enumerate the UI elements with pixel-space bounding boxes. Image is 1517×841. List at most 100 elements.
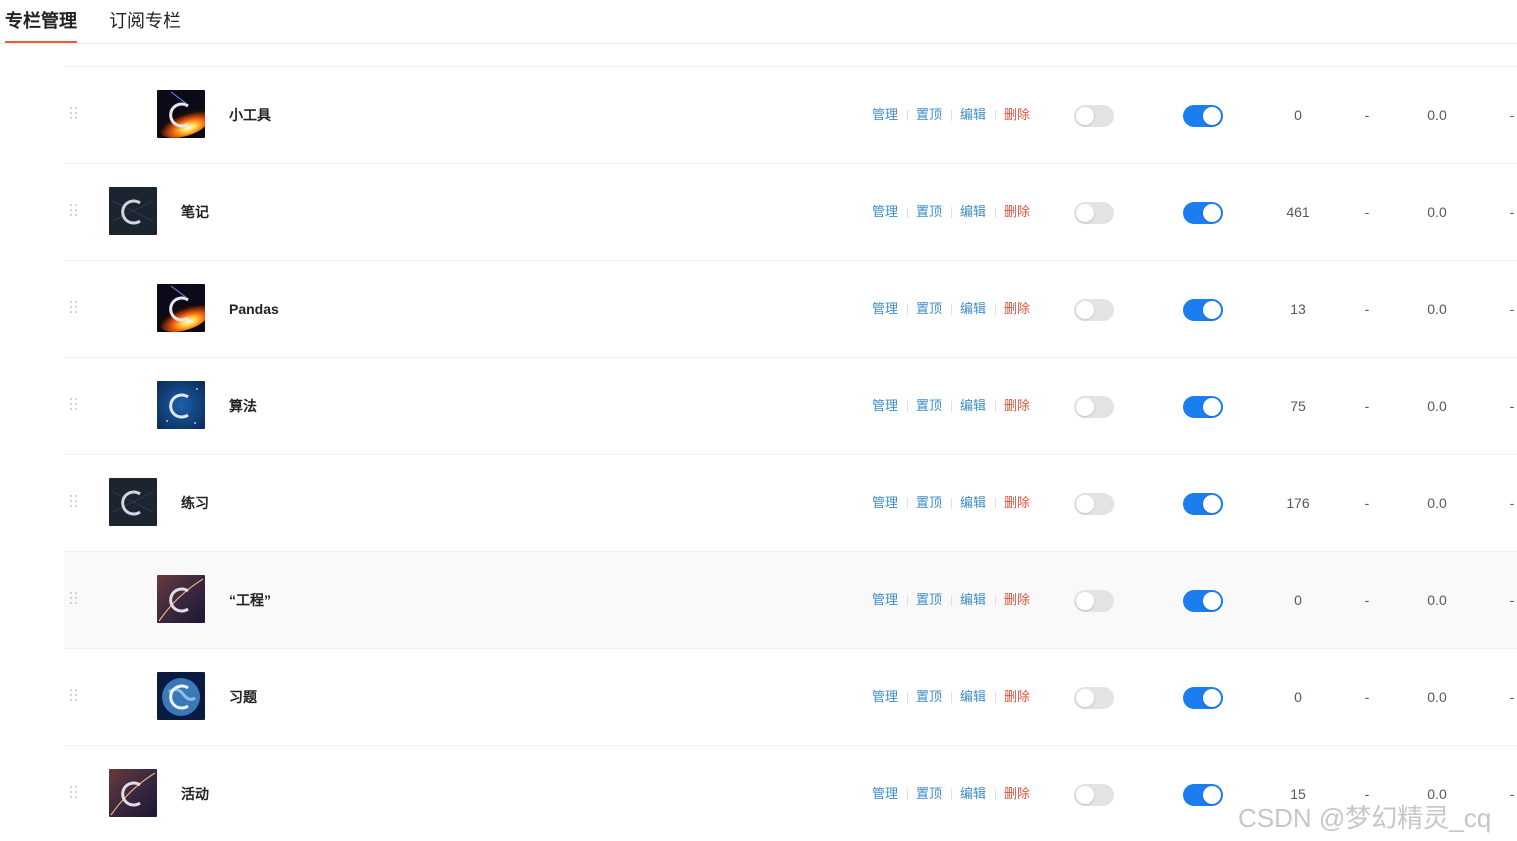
edit-button[interactable]: 编辑 bbox=[960, 785, 986, 803]
action-separator bbox=[995, 401, 996, 412]
article-count: 75 bbox=[1290, 398, 1306, 414]
toggle-knob bbox=[1076, 786, 1094, 804]
blue-c-icon bbox=[157, 381, 205, 429]
drag-handle-icon[interactable] bbox=[70, 495, 78, 509]
edit-button[interactable]: 编辑 bbox=[960, 106, 986, 124]
purple-c-icon bbox=[157, 575, 205, 623]
manage-button[interactable]: 管理 bbox=[872, 300, 898, 318]
manage-button[interactable]: 管理 bbox=[872, 785, 898, 803]
pin-button[interactable]: 置顶 bbox=[916, 203, 942, 221]
toggle-switch-a[interactable] bbox=[1074, 299, 1114, 321]
action-separator bbox=[907, 595, 908, 606]
column-title[interactable]: 算法 bbox=[229, 396, 257, 416]
dark-c-icon bbox=[109, 478, 157, 526]
delete-button[interactable]: 删除 bbox=[1004, 688, 1030, 706]
dark-c-icon bbox=[109, 187, 157, 235]
manage-button[interactable]: 管理 bbox=[872, 688, 898, 706]
placeholder-dash: - bbox=[1364, 301, 1370, 317]
toggle-switch-a[interactable] bbox=[1074, 396, 1114, 418]
toggle-switch-b[interactable] bbox=[1183, 299, 1223, 321]
watermark: CSDN @梦幻精灵_cq bbox=[1238, 803, 1492, 833]
toggle-switch-a[interactable] bbox=[1074, 493, 1114, 515]
tab-subscribed-columns[interactable]: 订阅专栏 bbox=[109, 9, 181, 33]
toggle-switch-b[interactable] bbox=[1183, 202, 1223, 224]
toggle-switch-b[interactable] bbox=[1183, 687, 1223, 709]
toggle-switch-b[interactable] bbox=[1183, 784, 1223, 806]
toggle-switch-a[interactable] bbox=[1074, 687, 1114, 709]
action-separator bbox=[995, 789, 996, 800]
placeholder-dash: - bbox=[1509, 495, 1515, 511]
drag-handle-icon[interactable] bbox=[70, 689, 78, 703]
column-title[interactable]: 小工具 bbox=[229, 105, 271, 125]
delete-button[interactable]: 删除 bbox=[1004, 203, 1030, 221]
toggle-switch-a[interactable] bbox=[1074, 590, 1114, 612]
delete-button[interactable]: 删除 bbox=[1004, 785, 1030, 803]
edit-button[interactable]: 编辑 bbox=[960, 300, 986, 318]
action-separator bbox=[995, 692, 996, 703]
placeholder-dash: - bbox=[1364, 592, 1370, 608]
toggle-knob bbox=[1076, 204, 1094, 222]
score-value: 0.0 bbox=[1427, 495, 1447, 511]
toggle-switch-b[interactable] bbox=[1183, 590, 1223, 612]
toggle-knob bbox=[1203, 786, 1221, 804]
column-title[interactable]: “工程” bbox=[229, 590, 271, 610]
toggle-knob bbox=[1203, 204, 1221, 222]
delete-button[interactable]: 删除 bbox=[1004, 494, 1030, 512]
toggle-switch-a[interactable] bbox=[1074, 202, 1114, 224]
action-separator bbox=[995, 207, 996, 218]
manage-button[interactable]: 管理 bbox=[872, 591, 898, 609]
delete-button[interactable]: 删除 bbox=[1004, 397, 1030, 415]
column-title[interactable]: 笔记 bbox=[181, 202, 209, 222]
toggle-switch-a[interactable] bbox=[1074, 105, 1114, 127]
manage-button[interactable]: 管理 bbox=[872, 203, 898, 221]
toggle-switch-b[interactable] bbox=[1183, 396, 1223, 418]
column-title[interactable]: Pandas bbox=[229, 299, 279, 319]
article-count: 176 bbox=[1286, 495, 1310, 511]
toggle-knob bbox=[1076, 495, 1094, 513]
pin-button[interactable]: 置顶 bbox=[916, 494, 942, 512]
column-title[interactable]: 习题 bbox=[229, 687, 257, 707]
pin-button[interactable]: 置顶 bbox=[916, 591, 942, 609]
edit-button[interactable]: 编辑 bbox=[960, 494, 986, 512]
drag-handle-icon[interactable] bbox=[70, 204, 78, 218]
action-separator bbox=[951, 789, 952, 800]
tab-bar: 专栏管理 订阅专栏 bbox=[0, 0, 1517, 44]
placeholder-dash: - bbox=[1364, 107, 1370, 123]
score-value: 0.0 bbox=[1427, 204, 1447, 220]
action-separator bbox=[951, 304, 952, 315]
edit-button[interactable]: 编辑 bbox=[960, 397, 986, 415]
column-title[interactable]: 活动 bbox=[181, 784, 209, 804]
drag-handle-icon[interactable] bbox=[70, 398, 78, 412]
manage-button[interactable]: 管理 bbox=[872, 494, 898, 512]
action-separator bbox=[907, 498, 908, 509]
score-value: 0.0 bbox=[1427, 398, 1447, 414]
tab-column-management[interactable]: 专栏管理 bbox=[5, 9, 77, 33]
delete-button[interactable]: 删除 bbox=[1004, 591, 1030, 609]
pin-button[interactable]: 置顶 bbox=[916, 688, 942, 706]
toggle-switch-a[interactable] bbox=[1074, 784, 1114, 806]
drag-handle-icon[interactable] bbox=[70, 301, 78, 315]
pin-button[interactable]: 置顶 bbox=[916, 106, 942, 124]
column-title[interactable]: 练习 bbox=[181, 493, 209, 513]
delete-button[interactable]: 删除 bbox=[1004, 106, 1030, 124]
article-count: 461 bbox=[1286, 204, 1310, 220]
delete-button[interactable]: 删除 bbox=[1004, 300, 1030, 318]
edit-button[interactable]: 编辑 bbox=[960, 591, 986, 609]
manage-button[interactable]: 管理 bbox=[872, 397, 898, 415]
pin-button[interactable]: 置顶 bbox=[916, 397, 942, 415]
toggle-switch-b[interactable] bbox=[1183, 493, 1223, 515]
edit-button[interactable]: 编辑 bbox=[960, 688, 986, 706]
placeholder-dash: - bbox=[1509, 204, 1515, 220]
drag-handle-icon[interactable] bbox=[70, 786, 78, 800]
pin-button[interactable]: 置顶 bbox=[916, 300, 942, 318]
drag-handle-icon[interactable] bbox=[70, 592, 78, 606]
score-value: 0.0 bbox=[1427, 592, 1447, 608]
score-value: 0.0 bbox=[1427, 301, 1447, 317]
toggle-switch-b[interactable] bbox=[1183, 105, 1223, 127]
edit-button[interactable]: 编辑 bbox=[960, 203, 986, 221]
placeholder-dash: - bbox=[1509, 592, 1515, 608]
placeholder-dash: - bbox=[1509, 689, 1515, 705]
pin-button[interactable]: 置顶 bbox=[916, 785, 942, 803]
manage-button[interactable]: 管理 bbox=[872, 106, 898, 124]
drag-handle-icon[interactable] bbox=[70, 107, 78, 121]
